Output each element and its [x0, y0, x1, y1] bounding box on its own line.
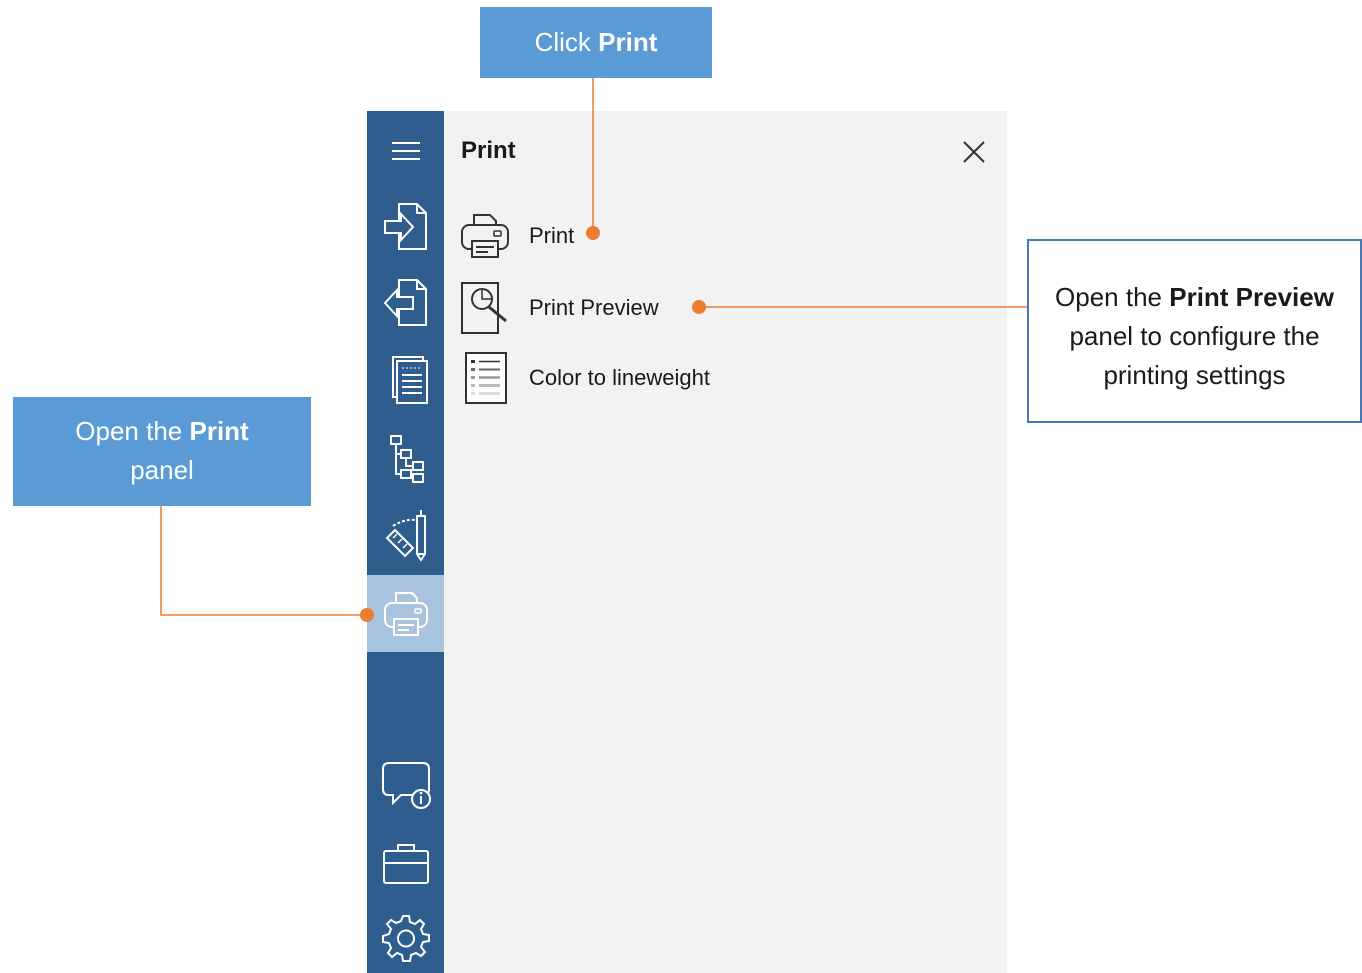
menu-item-print-preview[interactable]: Print Preview	[458, 280, 878, 336]
menu-item-label: Color to lineweight	[529, 365, 710, 390]
import-icon	[383, 203, 427, 250]
menu-item-label: Print	[529, 223, 575, 248]
leader-line-panel	[160, 506, 367, 616]
comment-info-icon	[381, 762, 431, 809]
callout-click-print: Click Print	[480, 7, 712, 78]
callout-text: panel	[130, 455, 194, 485]
menu-item-color-to-lineweight[interactable]: Color to lineweight	[458, 350, 878, 406]
measure-tools-icon	[385, 510, 426, 562]
print-preview-icon	[461, 282, 507, 334]
callout-text: panel to configure the	[1069, 321, 1320, 351]
tree-button[interactable]	[367, 425, 444, 489]
export-icon	[383, 279, 427, 326]
settings-button[interactable]	[367, 907, 444, 971]
tree-icon	[389, 435, 424, 483]
measure-tools-button[interactable]	[367, 503, 444, 567]
menu-item-print[interactable]: Print	[458, 208, 878, 264]
gear-icon	[381, 915, 430, 962]
import-button[interactable]	[367, 194, 444, 258]
printer-icon	[461, 214, 509, 258]
callout-text: printing settings	[1103, 360, 1286, 390]
callout-text: Open the	[1055, 282, 1170, 312]
list-icon	[465, 352, 507, 404]
menu-item-label: Print Preview	[529, 295, 659, 320]
briefcase-icon	[382, 844, 429, 884]
print-panel: Print Print Print Preview Color to linew…	[444, 111, 1007, 973]
printer-icon	[383, 591, 428, 636]
callout-text-bold: Print	[189, 416, 249, 446]
close-icon	[963, 141, 985, 163]
callout-open-print-panel: Open the Print panel	[13, 397, 311, 506]
hamburger-menu-icon	[391, 142, 420, 160]
callout-text: Open the	[75, 416, 190, 446]
sidebar	[367, 111, 444, 973]
callout-text-bold: Print Preview	[1169, 282, 1334, 312]
export-button[interactable]	[367, 270, 444, 334]
document-button[interactable]	[367, 348, 444, 412]
callout-text-bold: Print	[598, 27, 658, 57]
briefcase-button[interactable]	[367, 832, 444, 896]
panel-title: Print	[461, 137, 516, 164]
document-icon	[391, 356, 428, 404]
callout-text: Click	[534, 27, 599, 57]
print-panel-button[interactable]	[367, 575, 444, 652]
comment-info-button[interactable]	[367, 752, 444, 816]
callout-print-preview: Open the Print Preview panel to configur…	[1027, 239, 1362, 423]
menu-button[interactable]	[367, 119, 444, 183]
close-button[interactable]	[959, 137, 989, 167]
